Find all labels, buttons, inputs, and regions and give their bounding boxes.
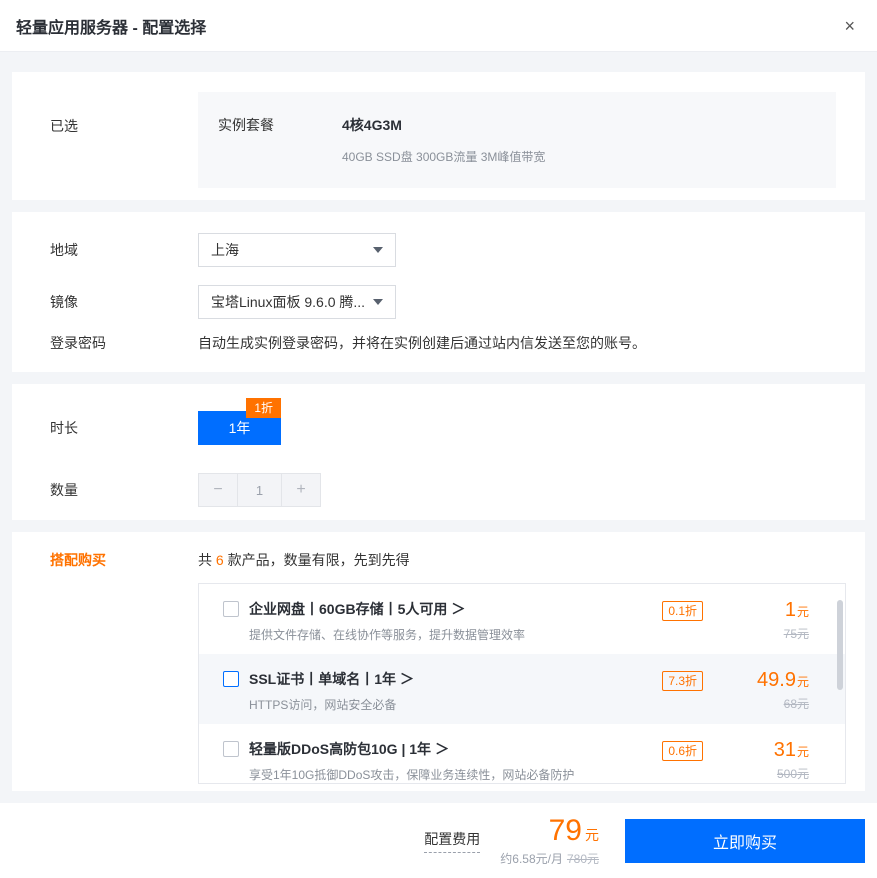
password-desc: 自动生成实例登录密码，并将在实例创建后通过站内信发送至您的账号。 — [198, 333, 646, 353]
chevron-down-icon — [373, 247, 383, 253]
chevron-down-icon — [373, 299, 383, 305]
product-row-ssl-cert[interactable]: SSL证书丨单域名丨1年＞ HTTPS访问，网站安全必备 7.3折 49.9元 … — [199, 654, 845, 724]
region-select[interactable]: 上海 — [198, 233, 396, 267]
product-original-price: 68元 — [717, 695, 809, 712]
bundle-label: 搭配购买 — [12, 550, 198, 570]
package-label: 实例套餐 — [218, 115, 342, 188]
chevron-right-icon: ＞ — [451, 601, 465, 617]
selected-label: 已选 — [12, 92, 198, 200]
duration-discount-badge: 1折 — [246, 398, 281, 418]
region-value: 上海 — [211, 240, 239, 260]
product-title-link[interactable]: 企业网盘丨60GB存储丨5人可用＞ — [249, 599, 525, 619]
close-icon[interactable]: × — [838, 13, 861, 39]
dialog-header: 轻量应用服务器 - 配置选择 × — [0, 0, 877, 52]
config-dialog: 轻量应用服务器 - 配置选择 × 已选 实例套餐 4核4G3M 40GB SSD… — [0, 0, 877, 878]
discount-badge: 7.3折 — [662, 671, 703, 691]
quantity-plus-button[interactable]: + — [281, 473, 321, 507]
product-price: 1元 — [717, 599, 809, 622]
bundle-count: 6 — [216, 552, 224, 568]
dialog-title: 轻量应用服务器 - 配置选择 — [16, 14, 206, 38]
package-box: 实例套餐 4核4G3M 40GB SSD盘 300GB流量 3M峰值带宽 — [198, 92, 836, 188]
quantity-minus-button[interactable]: − — [198, 473, 238, 507]
product-title-link[interactable]: 轻量版DDoS高防包10G | 1年＞ — [249, 739, 574, 759]
password-label: 登录密码 — [12, 333, 198, 353]
bundle-product-list: 企业网盘丨60GB存储丨5人可用＞ 提供文件存储、在线协作等服务，提升数据管理效… — [198, 583, 846, 784]
checkbox[interactable] — [223, 741, 239, 757]
product-original-price: 500元 — [717, 765, 809, 782]
dialog-footer: 配置费用 79元 约6.58元/月780元 立即购买 — [0, 803, 877, 878]
chevron-right-icon: ＞ — [400, 671, 414, 687]
package-name: 4核4G3M — [342, 115, 545, 135]
image-select[interactable]: 宝塔Linux面板 9.6.0 腾... — [198, 285, 396, 319]
bundle-section: 搭配购买 共 6 款产品，数量有限，先到先得 企业网盘丨60GB存储丨5人可用＞… — [12, 532, 865, 791]
chevron-right-icon: ＞ — [435, 741, 449, 757]
purchase-section: 时长 1年 1折 数量 − 1 + — [12, 384, 865, 520]
product-title-link[interactable]: SSL证书丨单域名丨1年＞ — [249, 669, 414, 689]
product-desc: 享受1年10G抵御DDoS攻击，保障业务连续性，网站必备防护 — [249, 766, 574, 783]
discount-badge: 0.1折 — [662, 601, 703, 621]
checkbox[interactable] — [223, 671, 239, 687]
package-desc: 40GB SSD盘 300GB流量 3M峰值带宽 — [342, 148, 545, 165]
image-label: 镜像 — [12, 292, 198, 312]
region-label: 地域 — [12, 240, 198, 260]
total-price: 79 — [549, 814, 582, 847]
original-total-price: 780元 — [567, 852, 599, 866]
config-section: 地域 上海 镜像 宝塔Linux面板 9.6.0 腾... 登录密码 自动生成实… — [12, 212, 865, 372]
selected-section: 已选 实例套餐 4核4G3M 40GB SSD盘 300GB流量 3M峰值带宽 — [12, 72, 865, 200]
quantity-label: 数量 — [12, 480, 198, 500]
image-value: 宝塔Linux面板 9.6.0 腾... — [211, 292, 365, 312]
discount-badge: 0.6折 — [662, 741, 703, 761]
product-desc: HTTPS访问，网站安全必备 — [249, 696, 414, 713]
product-desc: 提供文件存储、在线协作等服务，提升数据管理效率 — [249, 626, 525, 643]
checkbox[interactable] — [223, 601, 239, 617]
quantity-stepper: − 1 + — [198, 473, 321, 507]
product-price: 49.9元 — [717, 669, 809, 692]
scrollbar-thumb[interactable] — [837, 600, 843, 690]
duration-label: 时长 — [12, 418, 198, 438]
cost-label[interactable]: 配置费用 — [424, 829, 480, 853]
dialog-body: 已选 实例套餐 4核4G3M 40GB SSD盘 300GB流量 3M峰值带宽 … — [0, 52, 877, 803]
buy-now-button[interactable]: 立即购买 — [625, 819, 865, 863]
product-original-price: 75元 — [717, 625, 809, 642]
monthly-price: 约6.58元/月 — [500, 852, 563, 866]
product-row-cloud-drive[interactable]: 企业网盘丨60GB存储丨5人可用＞ 提供文件存储、在线协作等服务，提升数据管理效… — [199, 584, 845, 654]
bundle-summary: 共 6 款产品，数量有限，先到先得 — [198, 550, 410, 570]
cost-block: 79元 约6.58元/月780元 — [500, 814, 599, 867]
product-row-ddos-pack[interactable]: 轻量版DDoS高防包10G | 1年＞ 享受1年10G抵御DDoS攻击，保障业务… — [199, 724, 845, 784]
product-price: 31元 — [717, 739, 809, 762]
quantity-value[interactable]: 1 — [238, 473, 281, 507]
